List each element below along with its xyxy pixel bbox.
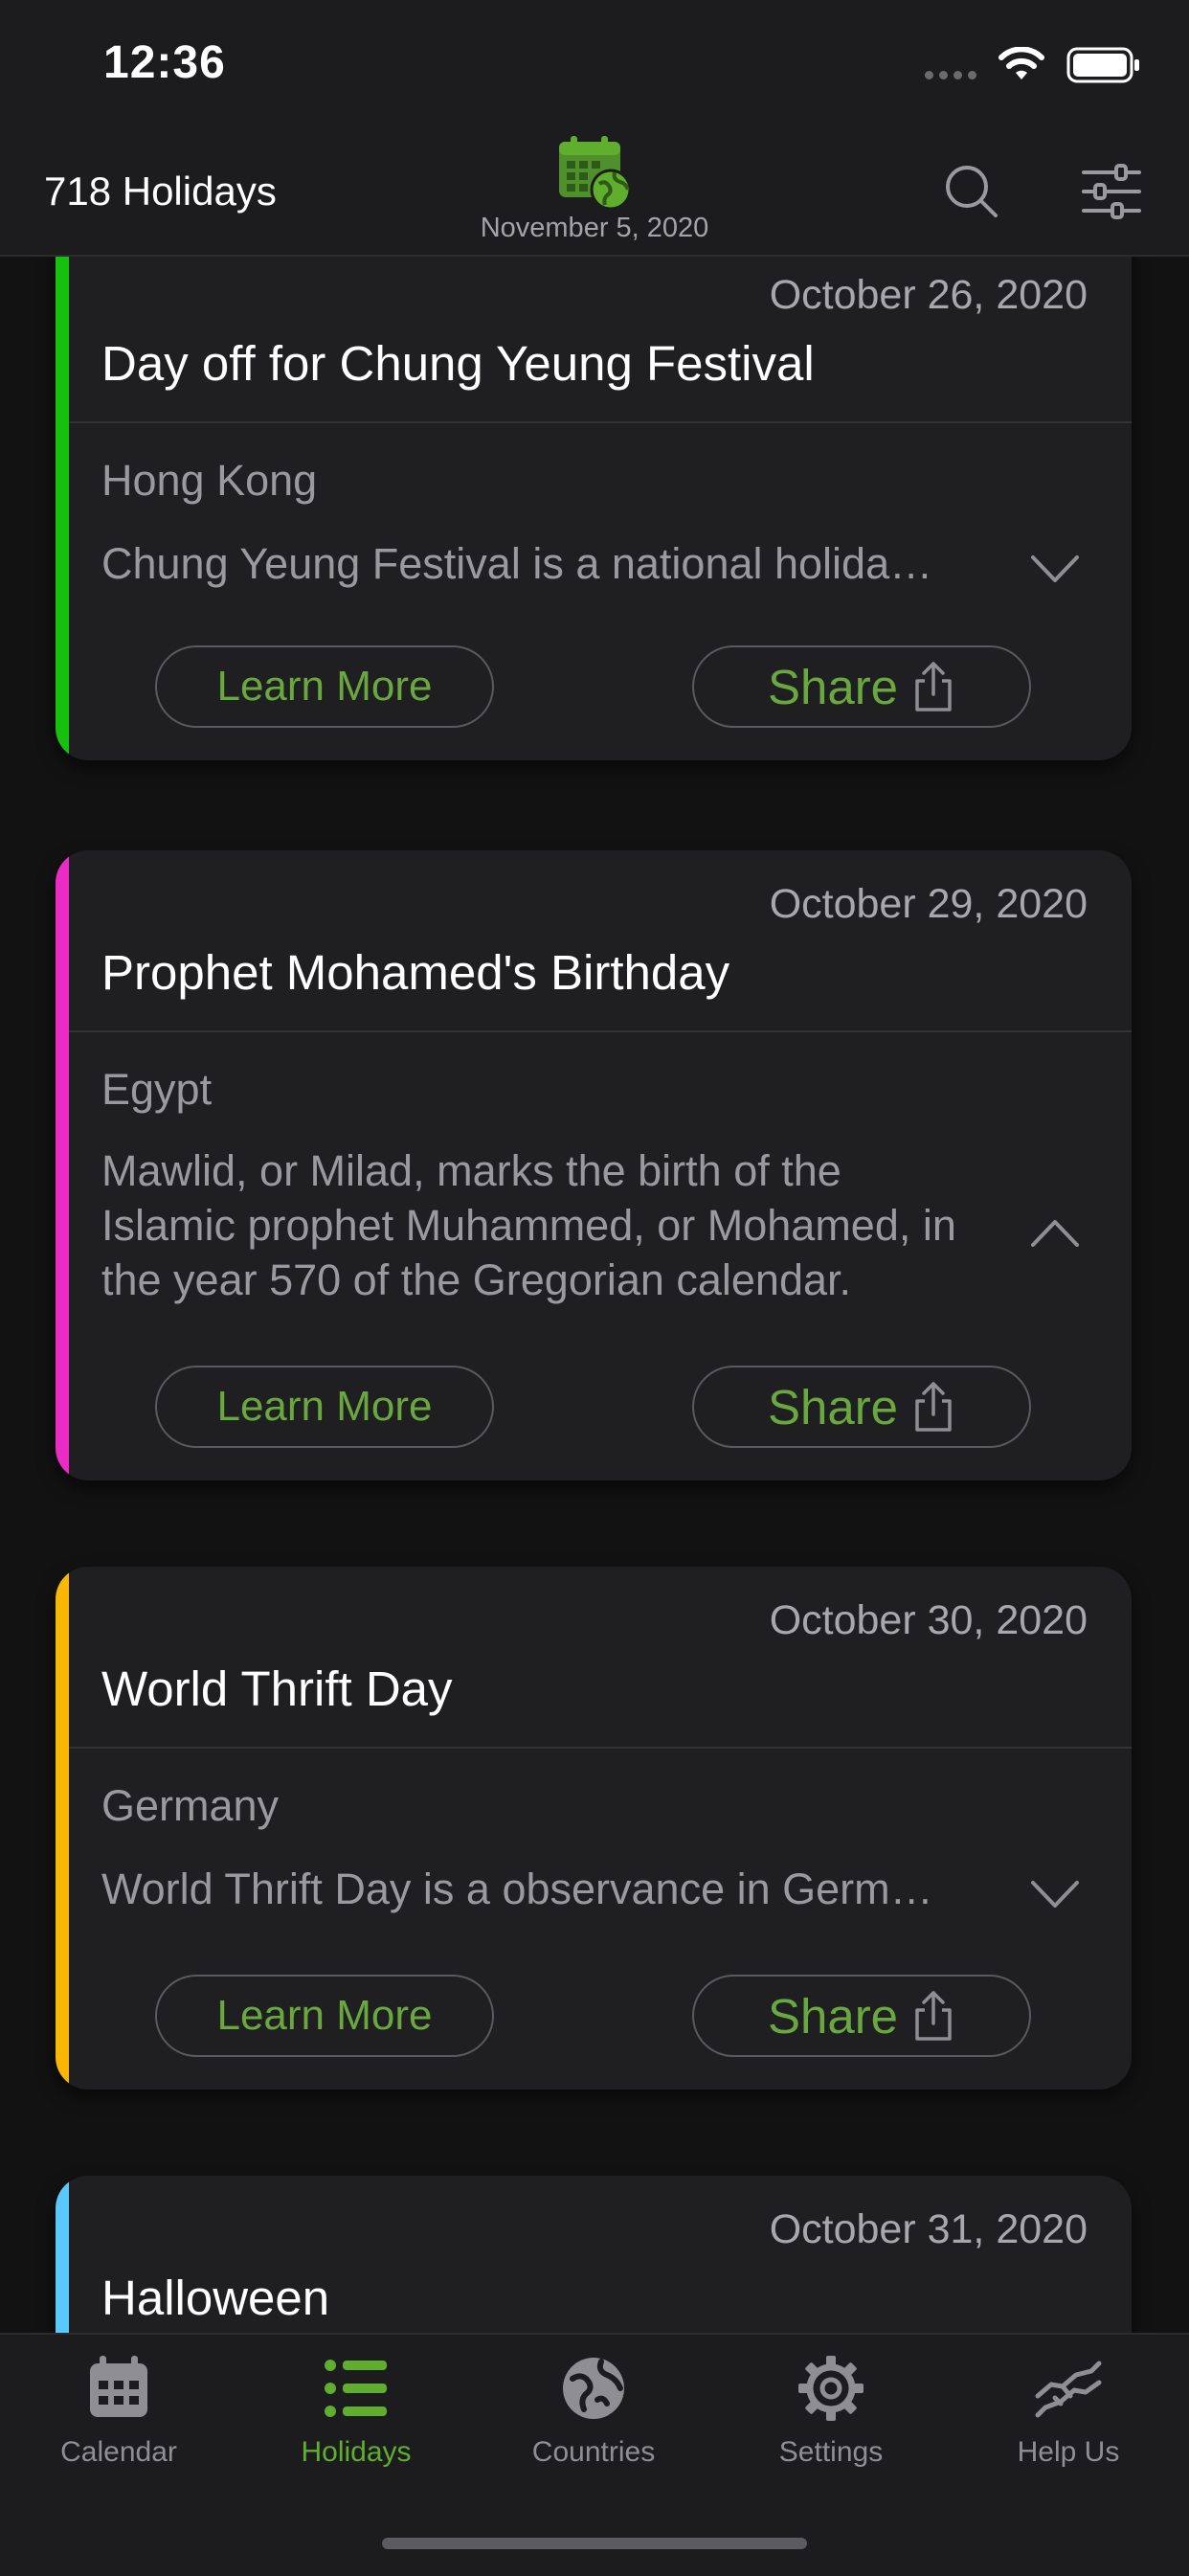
holiday-title: Day off for Chung Yeung Festival	[101, 336, 815, 391]
share-label: Share	[767, 1379, 899, 1435]
list-icon	[325, 2360, 387, 2417]
share-button[interactable]: Share	[692, 1975, 1031, 2057]
holiday-date: October 29, 2020	[769, 881, 1088, 927]
card-accent-bar	[56, 257, 69, 760]
cellular-signal-icon	[925, 70, 976, 79]
tab-calendar[interactable]: Calendar	[0, 2354, 237, 2469]
tab-label: Calendar	[60, 2436, 177, 2468]
holiday-country: Egypt	[101, 1065, 213, 1114]
share-icon	[915, 1382, 952, 1432]
share-icon	[915, 662, 952, 712]
card-divider	[69, 1030, 1132, 1032]
tab-countries[interactable]: Countries	[475, 2354, 712, 2469]
handshake-icon	[1035, 2361, 1102, 2418]
card-accent-bar	[56, 850, 69, 1480]
filter-button[interactable]	[1080, 163, 1143, 220]
holiday-date: October 26, 2020	[769, 272, 1088, 318]
chevron-down-icon[interactable]	[1030, 1879, 1080, 1909]
holiday-date: October 30, 2020	[769, 1597, 1088, 1643]
holiday-title: Prophet Mohamed's Birthday	[101, 945, 730, 1000]
holiday-description: Chung Yeung Festival is a national holid…	[101, 539, 953, 588]
wifi-icon	[998, 47, 1044, 79]
status-bar: 12:36	[0, 0, 1189, 134]
share-button[interactable]: Share	[692, 645, 1031, 728]
holiday-description: Mawlid, or Milad, marks the birth of the…	[101, 1146, 956, 1304]
learn-more-button[interactable]: Learn More	[155, 1975, 494, 2057]
holiday-date: October 31, 2020	[769, 2206, 1088, 2252]
tab-holidays[interactable]: Holidays	[237, 2354, 475, 2469]
search-icon	[946, 166, 998, 217]
tab-label: Countries	[531, 2436, 656, 2468]
status-time: 12:36	[103, 37, 226, 88]
tab-label: Help Us	[1017, 2436, 1120, 2468]
chevron-up-icon[interactable]	[1030, 1218, 1080, 1249]
home-indicator	[382, 2538, 807, 2549]
globe-icon	[563, 2358, 624, 2419]
navigation-bar: 718 Holidays November 5, 2020	[0, 134, 1189, 257]
holiday-description: World Thrift Day is a observance in Germ…	[101, 1864, 953, 1913]
card-divider	[69, 1747, 1132, 1749]
share-icon	[915, 1991, 952, 2041]
card-accent-bar	[56, 1567, 69, 2090]
sliders-icon	[1082, 164, 1141, 219]
learn-more-button[interactable]: Learn More	[155, 645, 494, 728]
tab-label: Settings	[778, 2436, 884, 2468]
share-label: Share	[767, 1988, 899, 2044]
holiday-title: World Thrift Day	[101, 1661, 453, 1716]
holiday-country: Hong Kong	[101, 456, 318, 505]
holiday-card[interactable]: October 26, 2020 Day off for Chung Yeung…	[56, 257, 1132, 760]
holiday-list[interactable]: October 26, 2020 Day off for Chung Yeung…	[0, 257, 1189, 2335]
calendar-icon	[90, 2356, 147, 2417]
gear-icon	[798, 2356, 864, 2421]
holiday-card[interactable]: October 29, 2020 Prophet Mohamed's Birth…	[56, 850, 1132, 1480]
card-accent-bar	[56, 2176, 69, 2335]
current-date: November 5, 2020	[480, 213, 709, 243]
tab-settings[interactable]: Settings	[712, 2354, 950, 2469]
battery-icon	[1066, 47, 1139, 83]
tab-help-us[interactable]: Help Us	[950, 2354, 1187, 2469]
chevron-down-icon[interactable]	[1030, 554, 1080, 584]
holiday-card[interactable]: October 30, 2020 World Thrift Day German…	[56, 1567, 1132, 2090]
holiday-count: 718 Holidays	[44, 169, 277, 214]
tab-label: Holidays	[301, 2436, 412, 2468]
card-divider	[69, 421, 1132, 423]
calendar-globe-icon	[555, 134, 634, 213]
status-icons	[925, 46, 1141, 84]
share-button[interactable]: Share	[692, 1366, 1031, 1448]
holiday-country: Germany	[101, 1781, 280, 1830]
share-label: Share	[767, 659, 899, 714]
holiday-title: Halloween	[101, 2271, 330, 2325]
search-button[interactable]	[943, 163, 1000, 220]
learn-more-button[interactable]: Learn More	[155, 1366, 494, 1448]
holiday-card[interactable]: October 31, 2020 Halloween	[56, 2176, 1132, 2335]
